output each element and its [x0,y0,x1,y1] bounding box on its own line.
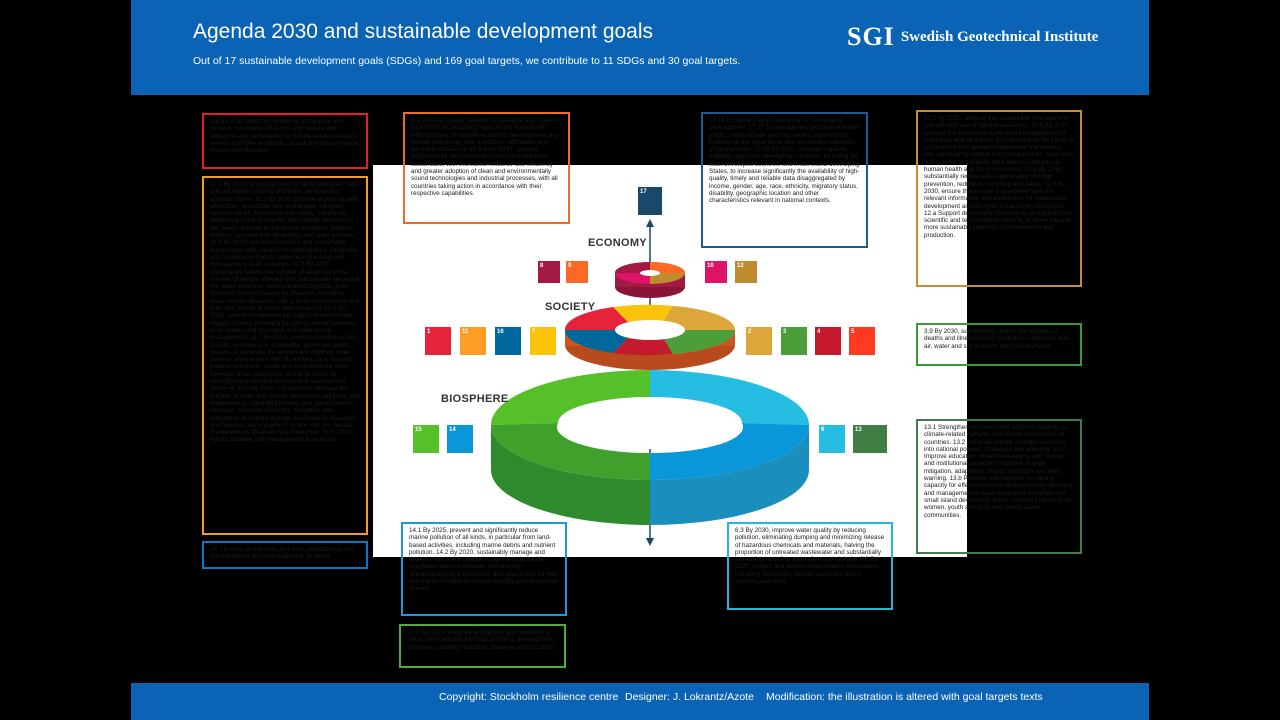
target-box-3-9: 3.9 By 2030, substantially reduce the nu… [916,323,1082,366]
target-box-1-5: 1.5 By 2030, build the resilience of the… [202,113,368,169]
sdg-12-tile: 12 [735,261,757,283]
biosphere-ring [490,370,809,525]
axis-arrow-up [646,219,654,227]
logo-name: Swedish Geotechnical Institute [900,28,1099,45]
target-box-16-7: 16.7 Ensure responsive, inclusive, parti… [202,541,368,569]
page-title: Agenda 2030 and sustainable development … [193,20,654,43]
sdg-7-tile: 7 [530,327,556,355]
target-box-6: 6.3 By 2030, improve water quality by re… [727,522,893,610]
society-ring [564,304,735,370]
footer-copyright: Copyright: Stockholm resilience centre [439,691,619,703]
footer-modification: Modification: the illustration is altere… [766,691,1043,703]
sdg-10-tile: 10 [705,261,727,283]
target-box-15-9: 15.9 By 2020, integrate ecosystem and bi… [399,624,566,668]
target-box-9: 9.1 Develop quality, reliable, sustainab… [403,112,570,224]
target-box-13: 13.1 Strengthen resilience and adaptive … [916,419,1082,554]
page-subtitle: Out of 17 sustainable development goals … [193,55,741,67]
target-box-11: 11.1 By 2030, ensure access for all to a… [202,176,368,535]
target-box-14: 14.1 By 2025, prevent and significantly … [401,522,567,616]
footer-bar: Copyright: Stockholm resilience centre D… [131,683,1149,720]
sdg-1-tile: 1 [425,327,451,355]
logo-mark: SGI [847,22,895,51]
biosphere-label: BIOSPHERE [441,393,509,405]
sdg-11-tile: 11 [460,327,486,355]
sgi-logo: SGI Swedish Geotechnical Institute [847,22,1098,52]
footer-designer: Designer: J. Lokrantz/Azote [625,691,754,703]
target-box-17: 17.14 Enhance policy coherence for susta… [701,112,868,248]
axis-arrow-down [646,538,654,546]
target-box-12: 12.2 By 2030, achieve the sustainable ma… [916,110,1082,287]
society-label: SOCIETY [545,301,596,313]
header-bar: Agenda 2030 and sustainable development … [131,0,1149,95]
economy-ring [615,262,685,298]
sdg-4-tile: 4 [815,327,841,355]
sdg-3-tile: 3 [781,327,807,355]
economy-label: ECONOMY [588,237,647,249]
sdg-9-tile: 9 [566,261,588,283]
sdg-13-tile: 13 [853,425,887,453]
sdg-2-tile: 2 [746,327,772,355]
sdg-5-tile: 5 [849,327,875,355]
sdg-15-tile: 15 [413,425,439,453]
sdg-16-tile: 16 [495,327,521,355]
sdg-17-tile: 17 [638,187,662,215]
sdg-6-tile: 6 [819,425,845,453]
sdg-14-tile: 14 [447,425,473,453]
sdg-8-tile: 8 [538,261,560,283]
